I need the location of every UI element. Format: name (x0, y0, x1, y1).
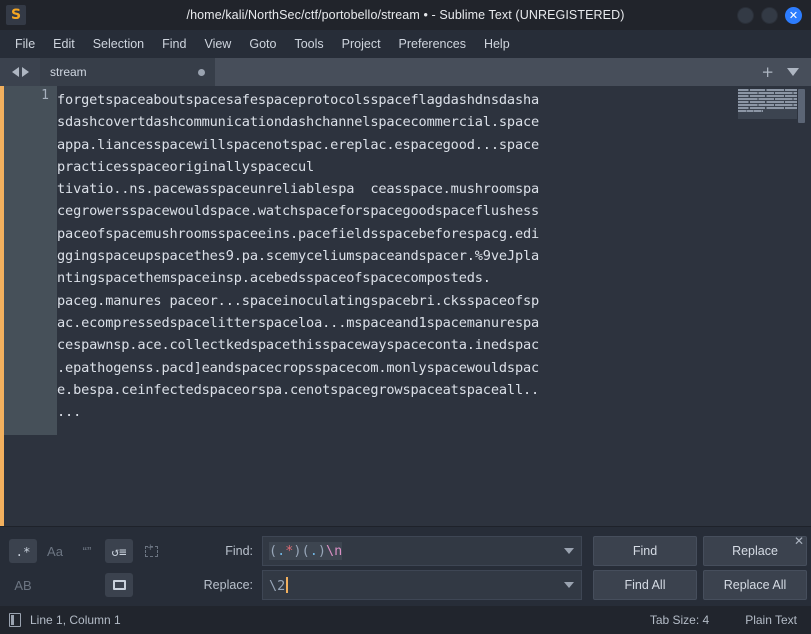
case-sensitive-toggle-icon[interactable]: Aa (41, 539, 69, 563)
minimap-scrollbar[interactable] (798, 89, 805, 123)
code-line: ... (57, 404, 82, 421)
code-line: sdashcovertdashcommunicationdashchannels… (57, 114, 540, 131)
code-line: paceg.manures paceor...spaceinoculatings… (57, 292, 540, 309)
wrap-toggle-icon[interactable]: ↺≡ (105, 539, 133, 563)
regex-toggle-icon[interactable]: .* (9, 539, 37, 563)
find-row-buttons: Find Replace (593, 536, 807, 566)
toggle-spacer (41, 573, 69, 597)
cursor-position[interactable]: Line 1, Column 1 (30, 613, 121, 627)
find-label: Find: (225, 544, 253, 558)
minimap[interactable] (738, 86, 811, 526)
minimap-row (738, 95, 797, 97)
code-content[interactable]: forgetspaceaboutspacesafespaceprotocolss… (57, 86, 811, 526)
minimize-button[interactable] (737, 6, 754, 24)
replace-row-buttons: Find All Replace All (593, 570, 807, 600)
maximize-button[interactable] (761, 6, 778, 24)
unsaved-dot-icon[interactable] (198, 68, 205, 76)
chevron-left-icon[interactable] (11, 67, 19, 77)
code-line: .epathogenss.pacd]eandspacecropsspacecom… (57, 359, 540, 376)
line-number-1: 1 (41, 88, 49, 103)
code-line: forgetspaceaboutspacesafespaceprotocolss… (57, 92, 540, 108)
find-all-button[interactable]: Find All (593, 570, 697, 600)
replace-history-dropdown-icon[interactable] (564, 582, 574, 588)
replace-all-button[interactable]: Replace All (703, 570, 807, 600)
tab-nav-arrows[interactable] (0, 58, 40, 86)
code-line: tivatio..ns.pacewasspaceunreliablespa ce… (57, 181, 540, 198)
chevron-right-icon[interactable] (21, 67, 29, 77)
show-context-toggle-icon[interactable] (105, 573, 133, 597)
tab-label: stream (50, 65, 87, 79)
minimap-row (738, 101, 797, 103)
title-bar: S /home/kali/NorthSec/ctf/portobello/str… (0, 0, 811, 30)
preserve-case-toggle-icon[interactable]: AB (9, 573, 37, 597)
code-line: ac.ecompressedspacelitterspaceloa...mspa… (57, 314, 540, 331)
menu-item-help[interactable]: Help (475, 33, 519, 55)
find-toggle-group: .* Aa “” ↺≡ (0, 539, 190, 563)
find-button[interactable]: Find (593, 536, 697, 566)
in-selection-toggle-icon[interactable] (137, 539, 165, 563)
replace-input-value: \2 (269, 576, 289, 594)
code-line: appa.liancesspacewillspacenotspac.erepla… (57, 136, 540, 153)
line-number-gutter: 1 (4, 86, 57, 526)
tab-bar: stream + (0, 58, 811, 86)
code-line: practicesspaceoriginallyspacecul (57, 158, 315, 175)
menu-item-edit[interactable]: Edit (44, 33, 84, 55)
close-icon[interactable]: ✕ (785, 6, 802, 24)
replace-toggle-group: AB (0, 573, 190, 597)
code-line: cegrowersspacewouldspace.watchspaceforsp… (57, 203, 540, 220)
sublime-text-window: S /home/kali/NorthSec/ctf/portobello/str… (0, 0, 811, 634)
current-line-gutter-highlight (4, 86, 57, 435)
code-line: paceofspacemushroomsspaceeins.pacefields… (57, 225, 540, 242)
replace-input[interactable]: \2 (262, 570, 582, 600)
new-tab-icon[interactable]: + (761, 64, 774, 80)
menu-item-file[interactable]: File (6, 33, 44, 55)
replace-row: AB Replace: \2 Find All Replace All (0, 568, 811, 602)
window-controls: ✕ (737, 6, 802, 24)
chevron-down-icon[interactable] (787, 68, 799, 76)
menu-item-preferences[interactable]: Preferences (390, 33, 475, 55)
code-line: cespawnsp.ace.collectkedspacethisspacewa… (57, 337, 540, 354)
find-input[interactable]: (.*)(.)\n (262, 536, 582, 566)
tab-bar-actions: + (761, 58, 811, 86)
text-cursor (286, 576, 289, 593)
code-line: ntingspacethemspaceinsp.acebedsspaceofsp… (57, 270, 491, 287)
find-input-value: (.*)(.)\n (269, 542, 343, 560)
menu-item-view[interactable]: View (195, 33, 240, 55)
toggle-spacer-2 (73, 573, 101, 597)
show-context-glyph (112, 580, 126, 590)
find-history-dropdown-icon[interactable] (564, 548, 574, 554)
menu-item-find[interactable]: Find (153, 33, 195, 55)
menu-item-project[interactable]: Project (333, 33, 390, 55)
minimap-row (738, 107, 797, 109)
status-bar: Line 1, Column 1 Tab Size: 4 Plain Text (0, 606, 811, 634)
replace-label: Replace: (203, 578, 253, 592)
minimap-content (738, 89, 797, 119)
syntax-indicator[interactable]: Plain Text (745, 613, 797, 627)
in-selection-glyph (144, 543, 158, 557)
find-row: .* Aa “” ↺≡ Find: (.*)(.)\n Find Replace… (0, 534, 811, 568)
minimap-row (738, 104, 797, 106)
window-title: /home/kali/NorthSec/ctf/portobello/strea… (186, 8, 625, 22)
menu-bar: File Edit Selection Find View Goto Tools… (0, 30, 811, 58)
minimap-row (738, 92, 797, 94)
close-panel-icon[interactable]: ✕ (792, 534, 806, 548)
menu-item-tools[interactable]: Tools (285, 33, 332, 55)
code-line: e.bespa.ceinfectedspaceorspa.cenotspaceg… (57, 381, 540, 398)
sidebar-toggle-icon[interactable] (9, 613, 21, 627)
replace-token: \2 (269, 577, 286, 594)
tab-bar-spacer (215, 58, 761, 86)
find-replace-panel: .* Aa “” ↺≡ Find: (.*)(.)\n Find Replace… (0, 526, 811, 606)
minimap-row (738, 110, 763, 112)
minimap-row (738, 98, 797, 100)
tab-stream[interactable]: stream (40, 58, 215, 86)
code-line: ggingspaceupspacethes9.pa.scemyceliumspa… (57, 248, 540, 265)
sublime-logo-icon: S (6, 5, 26, 25)
menu-item-selection[interactable]: Selection (84, 33, 153, 55)
editor-area: 1 forgetspaceaboutspacesafespaceprotocol… (0, 86, 811, 526)
status-bar-right: Tab Size: 4 Plain Text (650, 613, 797, 627)
whole-word-toggle-icon[interactable]: “” (73, 539, 101, 563)
menu-item-goto[interactable]: Goto (240, 33, 285, 55)
minimap-row (738, 89, 797, 91)
tab-size-indicator[interactable]: Tab Size: 4 (650, 613, 709, 627)
